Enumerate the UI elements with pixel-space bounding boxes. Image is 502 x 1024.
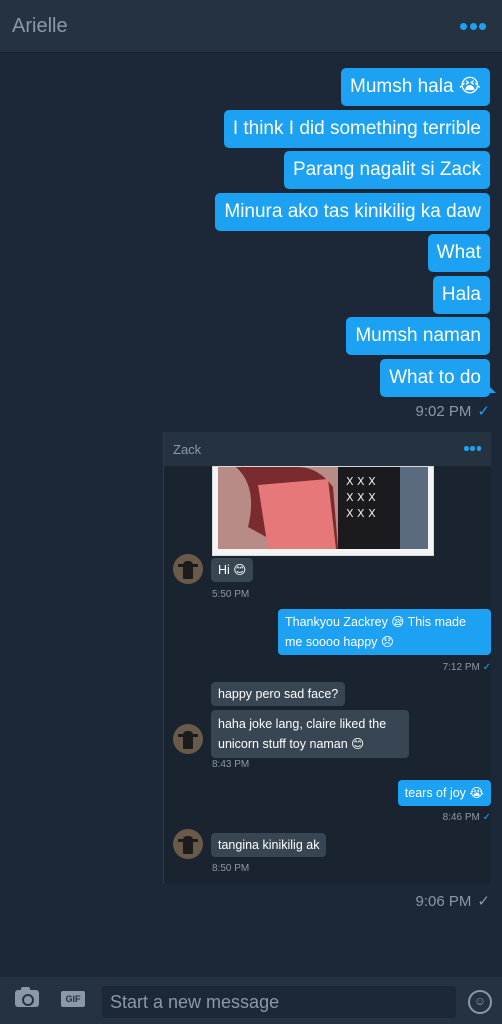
outgoing-message: I think I did something terrible xyxy=(223,109,490,148)
outgoing-message: Thankyou Zackrey 😪 This made me soooo ha… xyxy=(278,609,491,655)
message-timestamp: 9:06 PM ✓ xyxy=(415,892,490,911)
message-timestamp: 8:50 PM xyxy=(212,863,250,874)
conversation-header: Arielle xyxy=(0,0,502,53)
gif-button[interactable]: GIF xyxy=(61,991,85,1007)
outgoing-message: Minura ako tas kinikilig ka daw xyxy=(215,192,490,231)
outgoing-message: tears of joy 😭 xyxy=(397,780,491,806)
incoming-message: tangina kinikilig ak xyxy=(211,833,327,857)
photo-image: X X X X X X X X X xyxy=(218,467,428,549)
timestamp-text: 9:02 PM xyxy=(415,402,472,420)
timestamp-text: 7:12 PM xyxy=(442,662,480,673)
svg-text:X X X: X X X xyxy=(346,475,376,488)
outgoing-message: Mumsh hala 😭 xyxy=(341,68,490,106)
photo-graphic: X X X X X X X X X xyxy=(218,467,428,549)
svg-text:X X X: X X X xyxy=(346,491,376,504)
svg-text:X X X: X X X xyxy=(346,507,376,520)
message-composer: GIF Start a new message ☺ xyxy=(0,977,502,1024)
conversation-title: Arielle xyxy=(12,15,68,37)
outgoing-message: What xyxy=(427,234,490,272)
bubble-tail xyxy=(489,385,496,393)
message-timestamp: 5:50 PM xyxy=(212,589,250,600)
avatar xyxy=(173,724,203,754)
read-check-icon: ✓ xyxy=(482,662,491,673)
more-options-icon[interactable] xyxy=(460,22,486,30)
screenshot-title: Zack xyxy=(173,442,202,457)
camera-icon[interactable] xyxy=(15,987,39,1007)
shared-screenshot-image[interactable]: Zack X X X X X X X X X Hi 😊 5:50 PM Than… xyxy=(163,432,491,884)
emoji-icon[interactable]: ☺ xyxy=(468,990,492,1014)
incoming-message: happy pero sad face? xyxy=(211,682,346,706)
sent-check-icon: ✓ xyxy=(477,893,490,910)
read-check-icon: ✓ xyxy=(477,403,490,420)
message-timestamp: 7:12 PM ✓ xyxy=(443,662,491,673)
avatar xyxy=(173,554,203,584)
message-timestamp: 8:46 PM ✓ xyxy=(443,812,491,823)
outgoing-message: Mumsh naman xyxy=(346,317,490,355)
timestamp-text: 8:46 PM xyxy=(442,812,480,823)
read-check-icon: ✓ xyxy=(482,812,491,823)
message-timestamp: 9:02 PM ✓ xyxy=(415,402,490,421)
outgoing-message-list: Mumsh hala 😭 I think I did something ter… xyxy=(215,68,496,397)
outgoing-message: Parang nagalit si Zack xyxy=(284,151,490,189)
outgoing-message: What to do xyxy=(380,358,490,397)
screenshot-photo: X X X X X X X X X xyxy=(212,466,434,556)
avatar xyxy=(173,829,203,859)
timestamp-text: 9:06 PM xyxy=(415,892,472,910)
screenshot-header: Zack xyxy=(164,432,491,466)
incoming-message: haha joke lang, claire liked the unicorn… xyxy=(211,710,409,758)
screenshot-more-icon xyxy=(464,446,481,451)
message-timestamp: 8:43 PM xyxy=(212,759,250,770)
incoming-message: Hi 😊 xyxy=(211,558,254,582)
message-input[interactable]: Start a new message xyxy=(102,986,456,1018)
outgoing-message: Hala xyxy=(432,275,490,314)
